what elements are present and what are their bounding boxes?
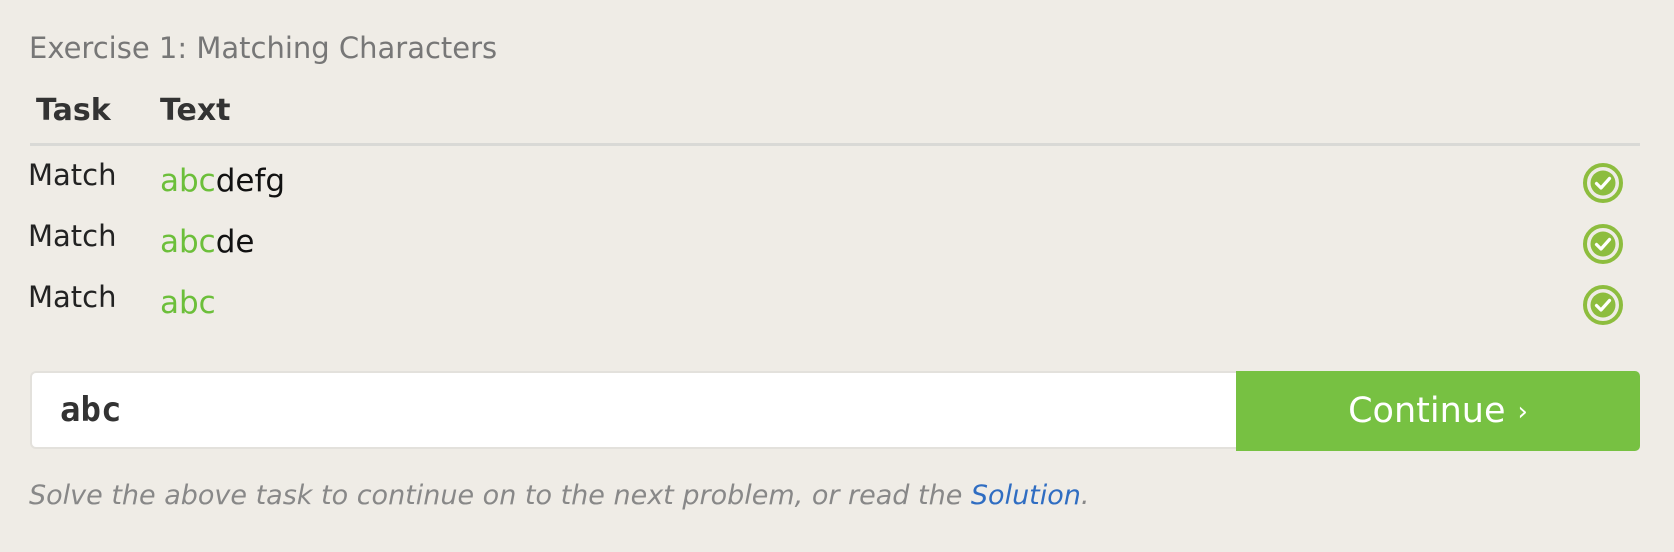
task-label: Match (28, 219, 117, 253)
check-circle-icon (1583, 285, 1623, 325)
task-text: abcdefg (160, 163, 285, 199)
continue-label: Continue (1348, 391, 1506, 431)
check-circle-icon (1583, 224, 1623, 264)
answer-bar: Continue › (30, 371, 1640, 453)
unmatched-text: de (215, 224, 255, 260)
task-text: abcde (160, 224, 254, 260)
table-header: Task Text (30, 93, 1640, 146)
hint-prefix: Solve the above task to continue on to t… (29, 480, 971, 511)
hint-suffix: . (1080, 480, 1090, 511)
column-header-task: Task (36, 93, 111, 128)
matched-text: abc (160, 285, 216, 321)
regex-input[interactable] (30, 371, 1236, 449)
solution-link[interactable]: Solution (971, 480, 1081, 511)
exercise-title: Exercise 1: Matching Characters (29, 31, 498, 65)
task-row: Match abc (28, 280, 1640, 336)
matched-text: abc (160, 224, 216, 260)
continue-button[interactable]: Continue › (1236, 371, 1640, 451)
task-row: Match abcde (28, 219, 1640, 275)
unmatched-text: defg (215, 163, 286, 199)
task-row: Match abcdefg (28, 158, 1640, 214)
chevron-right-icon: › (1517, 397, 1528, 427)
matched-text: abc (160, 163, 216, 199)
check-circle-icon (1583, 163, 1623, 203)
task-label: Match (28, 280, 117, 314)
hint-text: Solve the above task to continue on to t… (29, 480, 1090, 511)
exercise-panel: Exercise 1: Matching Characters Task Tex… (0, 0, 1674, 552)
column-header-text: Text (160, 93, 231, 128)
task-label: Match (28, 158, 117, 192)
task-text: abc (160, 285, 216, 321)
